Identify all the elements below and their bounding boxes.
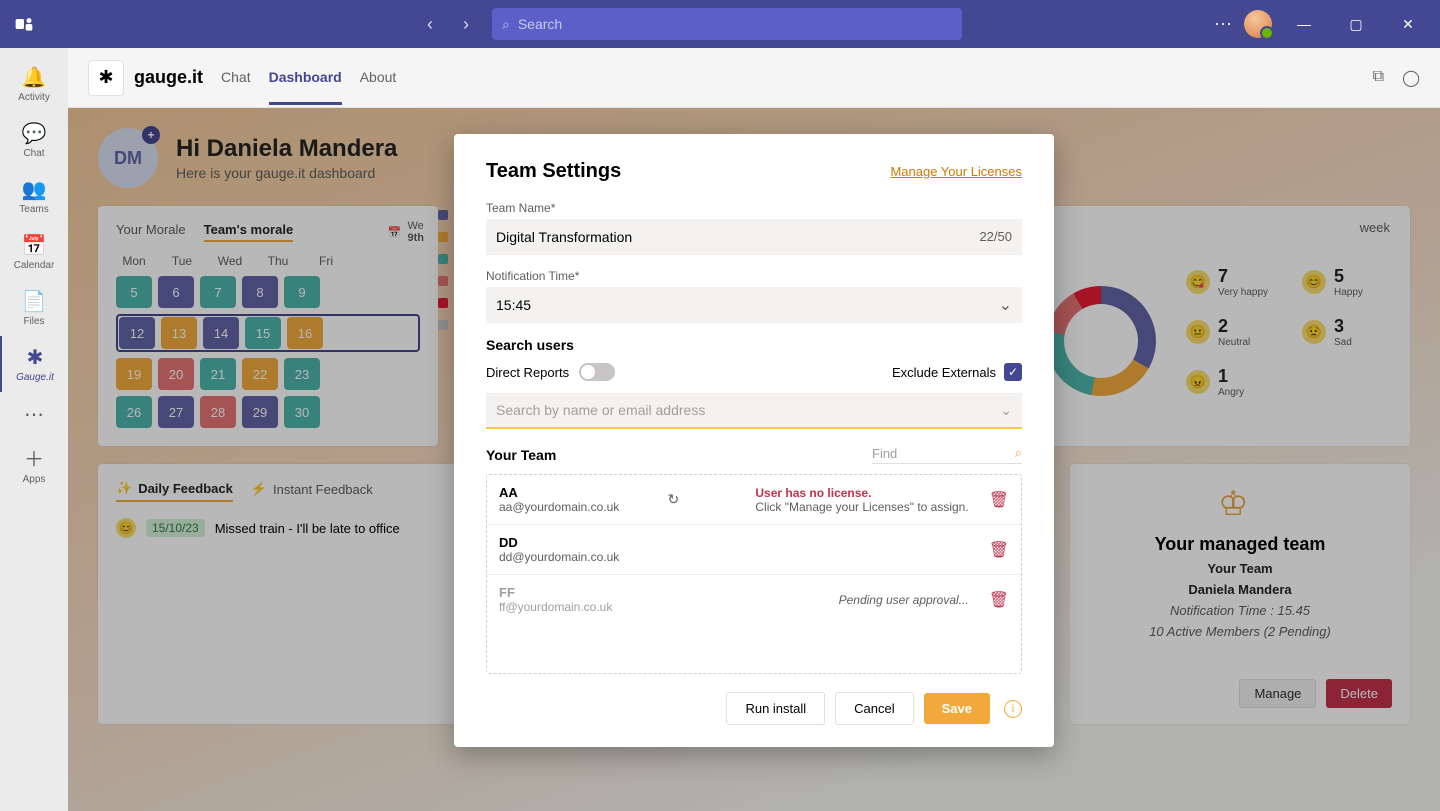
chat-icon: 💬	[22, 121, 47, 146]
exclude-externals-checkbox[interactable]: ✓	[1004, 363, 1022, 381]
rail-files[interactable]: 📄Files	[0, 280, 68, 336]
rail-gaugeit[interactable]: ✱Gauge.it	[0, 336, 68, 392]
window-maximize-icon[interactable]: ▢	[1336, 4, 1376, 44]
team-settings-modal: Team Settings Manage Your Licenses Team …	[454, 134, 1054, 747]
exclude-externals-label: Exclude Externals	[892, 365, 996, 380]
app-header: ✱ gauge.it Chat Dashboard About ⧉ ◯	[68, 48, 1440, 108]
team-member-row: AAaa@yourdomain.co.uk↻User has no licens…	[487, 475, 1021, 525]
refresh-icon[interactable]: ◯	[1402, 68, 1420, 88]
popout-icon[interactable]: ⧉	[1373, 68, 1384, 88]
team-member-row: FFff@yourdomain.co.ukPending user approv…	[487, 575, 1021, 624]
team-member-row: DDdd@yourdomain.co.uk🗑	[487, 525, 1021, 575]
direct-reports-toggle[interactable]	[579, 363, 615, 381]
more-options-icon[interactable]: ⋯	[1214, 14, 1232, 35]
search-placeholder: Search	[518, 16, 562, 32]
tab-chat[interactable]: Chat	[221, 51, 251, 105]
people-icon: 👥	[22, 177, 47, 202]
left-rail: 🔔Activity 💬Chat 👥Teams 📅Calendar 📄Files …	[0, 48, 68, 811]
teams-logo-icon	[12, 12, 36, 36]
tab-dashboard[interactable]: Dashboard	[269, 51, 342, 105]
global-search-input[interactable]: ⌕ Search	[492, 8, 962, 40]
app-name: gauge.it	[134, 67, 203, 88]
team-members-list: AAaa@yourdomain.co.uk↻User has no licens…	[486, 474, 1022, 674]
rail-chat[interactable]: 💬Chat	[0, 112, 68, 168]
delete-member-icon[interactable]: 🗑	[989, 590, 1009, 610]
your-team-heading: Your Team	[486, 447, 556, 463]
direct-reports-label: Direct Reports	[486, 365, 569, 380]
window-minimize-icon[interactable]: —	[1284, 4, 1324, 44]
rail-apps[interactable]: ＋Apps	[0, 436, 68, 492]
plus-icon: ＋	[24, 443, 44, 472]
search-icon: ⌕	[502, 16, 510, 33]
refresh-icon[interactable]: ↻	[667, 491, 679, 507]
save-button[interactable]: Save	[924, 693, 990, 724]
delete-member-icon[interactable]: 🗑	[989, 540, 1009, 560]
search-icon: ⌕	[1015, 445, 1022, 461]
titlebar: ‹ › ⌕ Search ⋯ — ▢ ✕	[0, 0, 1440, 48]
manage-licenses-link[interactable]: Manage Your Licenses	[890, 164, 1022, 179]
rail-more[interactable]: ⋯	[0, 392, 68, 436]
info-icon[interactable]: i	[1004, 700, 1022, 718]
user-search-input[interactable]: Search by name or email address	[486, 393, 1022, 429]
search-users-heading: Search users	[486, 337, 1022, 353]
calendar-icon: 📅	[22, 233, 47, 258]
notif-time-select[interactable]: 15:45	[486, 287, 1022, 323]
ellipsis-icon: ⋯	[24, 402, 44, 427]
bell-icon: 🔔	[22, 65, 47, 90]
tab-about[interactable]: About	[360, 51, 397, 105]
rail-activity[interactable]: 🔔Activity	[0, 56, 68, 112]
modal-overlay: Team Settings Manage Your Licenses Team …	[68, 108, 1440, 811]
gauge-app-icon: ✱	[27, 345, 44, 370]
window-close-icon[interactable]: ✕	[1388, 4, 1428, 44]
find-member-input[interactable]: Find ⌕	[872, 445, 1022, 464]
main-content: DM Hi Daniela Mandera Here is your gauge…	[68, 108, 1440, 811]
modal-title: Team Settings	[486, 160, 621, 183]
rail-calendar[interactable]: 📅Calendar	[0, 224, 68, 280]
rail-teams[interactable]: 👥Teams	[0, 168, 68, 224]
notif-time-label: Notification Time*	[486, 269, 1022, 283]
run-install-button[interactable]: Run install	[726, 692, 825, 725]
app-logo-icon: ✱	[88, 60, 124, 96]
file-icon: 📄	[22, 289, 47, 314]
nav-forward-icon[interactable]: ›	[452, 10, 480, 38]
team-name-input[interactable]: Digital Transformation 22/50	[486, 219, 1022, 255]
team-name-label: Team Name*	[486, 201, 1022, 215]
cancel-button[interactable]: Cancel	[835, 692, 913, 725]
delete-member-icon[interactable]: 🗑	[989, 490, 1009, 510]
nav-back-icon[interactable]: ‹	[416, 10, 444, 38]
user-avatar[interactable]	[1244, 10, 1272, 38]
